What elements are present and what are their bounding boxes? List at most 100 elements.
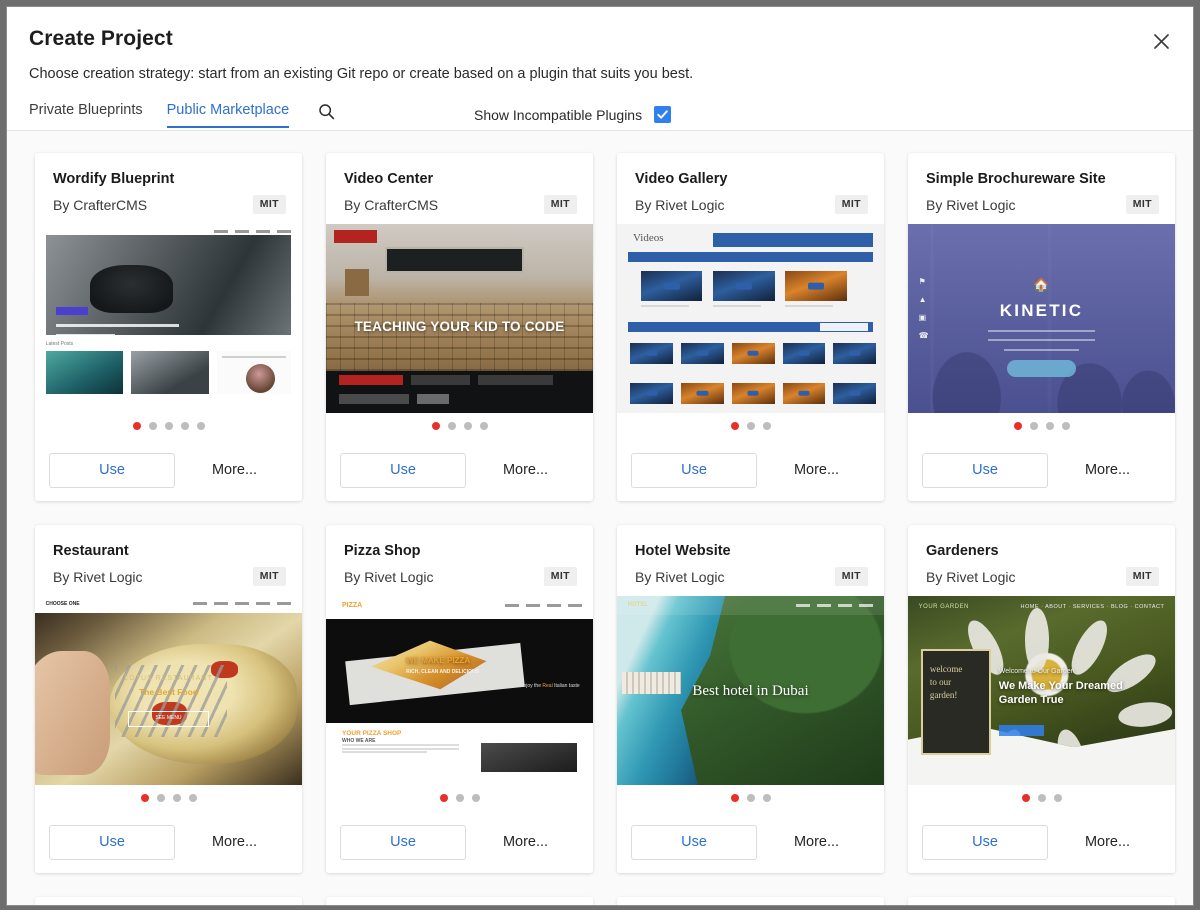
card-actions: Use More... bbox=[908, 811, 1175, 873]
use-button[interactable]: Use bbox=[49, 824, 175, 860]
carousel-dot[interactable] bbox=[188, 794, 197, 802]
carousel-dot[interactable] bbox=[1053, 794, 1062, 802]
carousel-dots[interactable] bbox=[326, 413, 593, 439]
card-author: By CrafterCMS bbox=[53, 197, 148, 213]
use-button[interactable]: Use bbox=[631, 824, 757, 860]
card-author: By Rivet Logic bbox=[926, 569, 1016, 585]
carousel-dot[interactable] bbox=[746, 794, 755, 802]
license-badge: MIT bbox=[1125, 567, 1159, 586]
license-badge: MIT bbox=[543, 195, 577, 214]
carousel-dot[interactable] bbox=[1021, 794, 1030, 802]
carousel-dot[interactable] bbox=[447, 422, 456, 430]
plugin-card[interactable]: Hotel Website By Rivet Logic MIT HOTEL B… bbox=[617, 525, 884, 873]
card-actions: Use More... bbox=[617, 811, 884, 873]
more-button[interactable]: More... bbox=[181, 453, 288, 488]
plugin-card[interactable]: Wordify Blueprint By CrafterCMS MIT Late… bbox=[35, 153, 302, 501]
plugin-card[interactable]: Video Center By CrafterCMS MIT TEACHING … bbox=[326, 153, 593, 501]
card-author: By Rivet Logic bbox=[635, 569, 725, 585]
card-preview[interactable]: YOUR GARDEN HOME · ABOUT · SERVICES · BL… bbox=[908, 596, 1175, 785]
carousel-dot[interactable] bbox=[132, 422, 141, 430]
carousel-dot[interactable] bbox=[746, 422, 755, 430]
carousel-dot[interactable] bbox=[164, 422, 173, 430]
card-header: Pizza Shop By Rivet Logic MIT bbox=[326, 525, 593, 596]
show-incompatible-plugins-control[interactable]: Show Incompatible Plugins bbox=[474, 106, 672, 123]
more-button[interactable]: More... bbox=[1054, 825, 1161, 860]
carousel-dot[interactable] bbox=[439, 794, 448, 802]
carousel-dot[interactable] bbox=[140, 794, 149, 802]
card-preview[interactable]: CHOOSE ONE LOTUS RESTAURANT The Best Foo… bbox=[35, 596, 302, 785]
plugin-card[interactable] bbox=[908, 897, 1175, 905]
show-incompatible-plugins-checkbox[interactable] bbox=[654, 106, 672, 123]
carousel-dots[interactable] bbox=[326, 785, 593, 811]
carousel-dot[interactable] bbox=[455, 794, 464, 802]
carousel-dots[interactable] bbox=[908, 785, 1175, 811]
preview-headline: We Make Your Dreamed Garden True bbox=[998, 680, 1123, 707]
use-button[interactable]: Use bbox=[49, 452, 175, 488]
card-title: Gardeners bbox=[926, 543, 999, 559]
carousel-dot[interactable] bbox=[148, 422, 157, 430]
plugin-card-grid: Wordify Blueprint By CrafterCMS MIT Late… bbox=[35, 153, 1175, 873]
card-title: Hotel Website bbox=[635, 543, 731, 559]
carousel-dots[interactable] bbox=[908, 413, 1175, 439]
carousel-dot[interactable] bbox=[1061, 422, 1070, 430]
carousel-dot[interactable] bbox=[762, 422, 771, 430]
card-preview[interactable]: TEACHING YOUR KID TO CODE bbox=[326, 224, 593, 413]
card-header: Video Center By CrafterCMS MIT bbox=[326, 153, 593, 224]
tab-public-marketplace[interactable]: Public Marketplace bbox=[166, 101, 290, 128]
carousel-dots[interactable] bbox=[617, 785, 884, 811]
card-actions: Use More... bbox=[326, 439, 593, 501]
more-button[interactable]: More... bbox=[472, 453, 579, 488]
carousel-dot[interactable] bbox=[196, 422, 205, 430]
use-button[interactable]: Use bbox=[631, 452, 757, 488]
card-header: Restaurant By Rivet Logic MIT bbox=[35, 525, 302, 596]
card-preview[interactable]: HOTEL Best hotel in Dubai bbox=[617, 596, 884, 785]
carousel-dot[interactable] bbox=[172, 794, 181, 802]
carousel-dots[interactable] bbox=[35, 413, 302, 439]
preview-nav bbox=[214, 229, 292, 233]
preview-eyebrow: Welcome to Our Garden bbox=[998, 667, 1075, 675]
more-button[interactable]: More... bbox=[763, 825, 870, 860]
carousel-dot[interactable] bbox=[479, 422, 488, 430]
carousel-dot[interactable] bbox=[431, 422, 440, 430]
use-button[interactable]: Use bbox=[922, 452, 1048, 488]
card-preview[interactable]: PIZZA WE MAKE PIZZA RICH, CLEAN AND DELI… bbox=[326, 596, 593, 785]
more-button[interactable]: More... bbox=[181, 825, 288, 860]
plugin-card[interactable] bbox=[617, 897, 884, 905]
plugin-card[interactable]: Pizza Shop By Rivet Logic MIT PIZZA WE M… bbox=[326, 525, 593, 873]
carousel-dot[interactable] bbox=[1045, 422, 1054, 430]
carousel-dot[interactable] bbox=[471, 794, 480, 802]
plugin-card[interactable]: Img. Crafter Demo bbox=[35, 897, 302, 905]
use-button[interactable]: Use bbox=[340, 452, 466, 488]
more-button[interactable]: More... bbox=[1054, 453, 1161, 488]
carousel-dot[interactable] bbox=[730, 422, 739, 430]
plugin-card[interactable]: Simple Brochureware Site By Rivet Logic … bbox=[908, 153, 1175, 501]
preview-headline: Best hotel in Dubai bbox=[692, 682, 809, 699]
carousel-dot[interactable] bbox=[156, 794, 165, 802]
card-header: Simple Brochureware Site By Rivet Logic … bbox=[908, 153, 1175, 224]
use-button[interactable]: Use bbox=[340, 824, 466, 860]
use-button[interactable]: Use bbox=[922, 824, 1048, 860]
carousel-dot[interactable] bbox=[1013, 422, 1022, 430]
plugin-card[interactable] bbox=[326, 897, 593, 905]
carousel-dots[interactable] bbox=[35, 785, 302, 811]
carousel-dot[interactable] bbox=[730, 794, 739, 802]
carousel-dot[interactable] bbox=[1037, 794, 1046, 802]
tab-private-blueprints[interactable]: Private Blueprints bbox=[29, 101, 143, 128]
plugin-card[interactable]: Restaurant By Rivet Logic MIT CHOOSE ONE bbox=[35, 525, 302, 873]
card-preview[interactable]: Videos bbox=[617, 224, 884, 413]
plugin-card[interactable]: Video Gallery By Rivet Logic MIT Videos bbox=[617, 153, 884, 501]
carousel-dot[interactable] bbox=[762, 794, 771, 802]
close-icon[interactable] bbox=[1145, 25, 1177, 57]
carousel-dots[interactable] bbox=[617, 413, 884, 439]
page-title: Create Project bbox=[29, 27, 173, 50]
carousel-dot[interactable] bbox=[1029, 422, 1038, 430]
card-preview[interactable]: ⚑ ▲ ▣ ☎ 🏠 KINETIC bbox=[908, 224, 1175, 413]
carousel-dot[interactable] bbox=[463, 422, 472, 430]
search-icon[interactable] bbox=[315, 100, 337, 122]
more-button[interactable]: More... bbox=[472, 825, 579, 860]
more-button[interactable]: More... bbox=[763, 453, 870, 488]
carousel-dot[interactable] bbox=[180, 422, 189, 430]
create-project-dialog: Create Project Choose creation strategy:… bbox=[6, 6, 1194, 906]
plugin-card[interactable]: Gardeners By Rivet Logic MIT YOUR GARDEN… bbox=[908, 525, 1175, 873]
card-preview[interactable]: Latest Posts bbox=[35, 224, 302, 413]
